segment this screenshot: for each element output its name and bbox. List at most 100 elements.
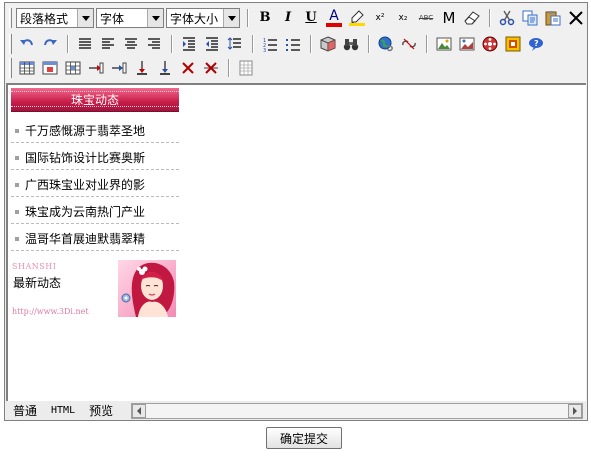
insert-flash-button[interactable]: [456, 33, 478, 55]
toolbar-grip[interactable]: [9, 34, 12, 54]
insert-special-button[interactable]: [502, 33, 524, 55]
delete-row-icon: [182, 62, 194, 74]
justify-button[interactable]: [74, 33, 96, 55]
strikethrough-icon: ABC: [418, 14, 434, 22]
chevron-down-icon[interactable]: [77, 9, 93, 27]
list-item[interactable]: 千万感慨源于翡萃圣地: [11, 116, 179, 143]
indent-button[interactable]: [178, 33, 200, 55]
cut-button[interactable]: [496, 7, 518, 29]
merge-cells-icon: [137, 61, 147, 75]
underline-button[interactable]: U: [300, 7, 322, 29]
news-banner[interactable]: SHANSHI 最新动态 http://www.3Di.net: [11, 260, 176, 317]
delete-button[interactable]: [565, 7, 587, 29]
paragraph-format-select[interactable]: 段落格式: [16, 8, 94, 28]
svg-text:?: ?: [534, 39, 539, 48]
find-button[interactable]: [340, 33, 362, 55]
globe-link-icon: [378, 36, 393, 52]
scroll-right-button[interactable]: [568, 404, 582, 418]
cell-properties-button[interactable]: [62, 57, 84, 79]
insert-media-button[interactable]: [479, 33, 501, 55]
line-spacing-button[interactable]: [224, 33, 246, 55]
toolbar-separator: [489, 9, 491, 27]
list-item[interactable]: 温哥华首展迪默翡翠精: [11, 224, 179, 251]
toolbar-separator: [252, 35, 254, 53]
list-item[interactable]: 广西珠宝业对业界的影: [11, 170, 179, 197]
delete-column-button[interactable]: [200, 57, 222, 79]
undo-button[interactable]: [16, 33, 38, 55]
list-item[interactable]: 国际钻饰设计比赛奥斯: [11, 143, 179, 170]
list-item[interactable]: 珠宝成为云南热门产业: [11, 197, 179, 224]
tab-html[interactable]: HTML: [44, 402, 82, 420]
font-family-select[interactable]: 字体: [96, 8, 164, 28]
banner-brand: SHANSHI: [12, 262, 57, 271]
show-borders-button[interactable]: [235, 57, 257, 79]
toolbar-separator: [368, 35, 370, 53]
line-spacing-icon: [227, 37, 241, 50]
font-size-select[interactable]: 字体大小: [166, 8, 240, 28]
redo-button[interactable]: [39, 33, 61, 55]
speech-bubble-icon: ?: [529, 38, 543, 51]
insert-image-button[interactable]: [433, 33, 455, 55]
copy-button[interactable]: [519, 7, 541, 29]
align-right-button[interactable]: [143, 33, 165, 55]
marker-button[interactable]: M: [438, 7, 460, 29]
toolbar-grip[interactable]: [9, 8, 12, 28]
split-cells-button[interactable]: [154, 57, 176, 79]
superscript-button[interactable]: x²: [369, 7, 391, 29]
media-image-icon: [459, 37, 475, 51]
grid-icon: [239, 60, 253, 76]
tab-preview[interactable]: 预览: [82, 402, 120, 420]
font-family-value: 字体: [100, 11, 125, 26]
ordered-list-button[interactable]: 123: [259, 33, 281, 55]
outdent-button[interactable]: [201, 33, 223, 55]
editor-toolbar: 段落格式 字体 字体大小 B I U A x² x₂ ABC M 1 2 3 ?: [5, 3, 587, 81]
banner-woman-illustration: [118, 260, 176, 317]
marker-icon: M: [442, 9, 456, 27]
horizontal-scrollbar[interactable]: [131, 403, 583, 419]
chevron-down-icon[interactable]: [223, 9, 239, 27]
scroll-left-button[interactable]: [132, 404, 146, 418]
highlight-button[interactable]: [346, 7, 368, 29]
align-left-button[interactable]: [97, 33, 119, 55]
news-header: 珠宝动态: [11, 88, 179, 112]
insert-row-button[interactable]: [85, 57, 107, 79]
italic-button[interactable]: I: [277, 7, 299, 29]
font-color-swatch: [326, 22, 342, 27]
insert-link-button[interactable]: [375, 33, 397, 55]
eraser-icon: [464, 11, 480, 25]
subscript-button[interactable]: x₂: [392, 7, 414, 29]
chevron-down-icon[interactable]: [147, 9, 163, 27]
insert-column-button[interactable]: [108, 57, 130, 79]
underline-icon: U: [305, 10, 317, 25]
paragraph-format-value: 段落格式: [20, 11, 69, 26]
unlink-button[interactable]: [398, 33, 420, 55]
insert-object-button[interactable]: [317, 33, 339, 55]
paste-button[interactable]: [542, 7, 564, 29]
eraser-button[interactable]: [461, 7, 483, 29]
font-size-value: 字体大小: [170, 11, 219, 26]
delete-column-icon: [204, 62, 218, 74]
toolbar-separator: [67, 35, 69, 53]
spellcheck-button[interactable]: ABC: [415, 7, 437, 29]
table-properties-icon: [42, 61, 58, 75]
insert-row-icon: [89, 62, 104, 74]
redo-icon: [44, 39, 57, 46]
table-properties-button[interactable]: [39, 57, 61, 79]
insert-table-button[interactable]: [16, 57, 38, 79]
toolbar-separator: [426, 35, 428, 53]
merge-cells-button[interactable]: [131, 57, 153, 79]
news-box: 珠宝动态 千万感慨源于翡萃圣地 国际钻饰设计比赛奥斯 广西珠宝业对业界的影 珠宝…: [11, 88, 179, 251]
font-color-button[interactable]: A: [323, 7, 345, 29]
delete-row-button[interactable]: [177, 57, 199, 79]
align-center-icon: [125, 38, 137, 49]
toolbar-separator: [228, 59, 230, 77]
toolbar-grip[interactable]: [9, 58, 12, 78]
insert-comment-button[interactable]: ?: [525, 33, 547, 55]
submit-button[interactable]: 确定提交: [266, 427, 342, 449]
editor-content-area[interactable]: 珠宝动态 千万感慨源于翡萃圣地 国际钻饰设计比赛奥斯 广西珠宝业对业界的影 珠宝…: [6, 83, 586, 401]
special-char-icon: [505, 36, 521, 52]
align-center-button[interactable]: [120, 33, 142, 55]
tab-normal[interactable]: 普通: [6, 402, 44, 420]
unordered-list-button[interactable]: [282, 33, 304, 55]
bold-button[interactable]: B: [254, 7, 276, 29]
